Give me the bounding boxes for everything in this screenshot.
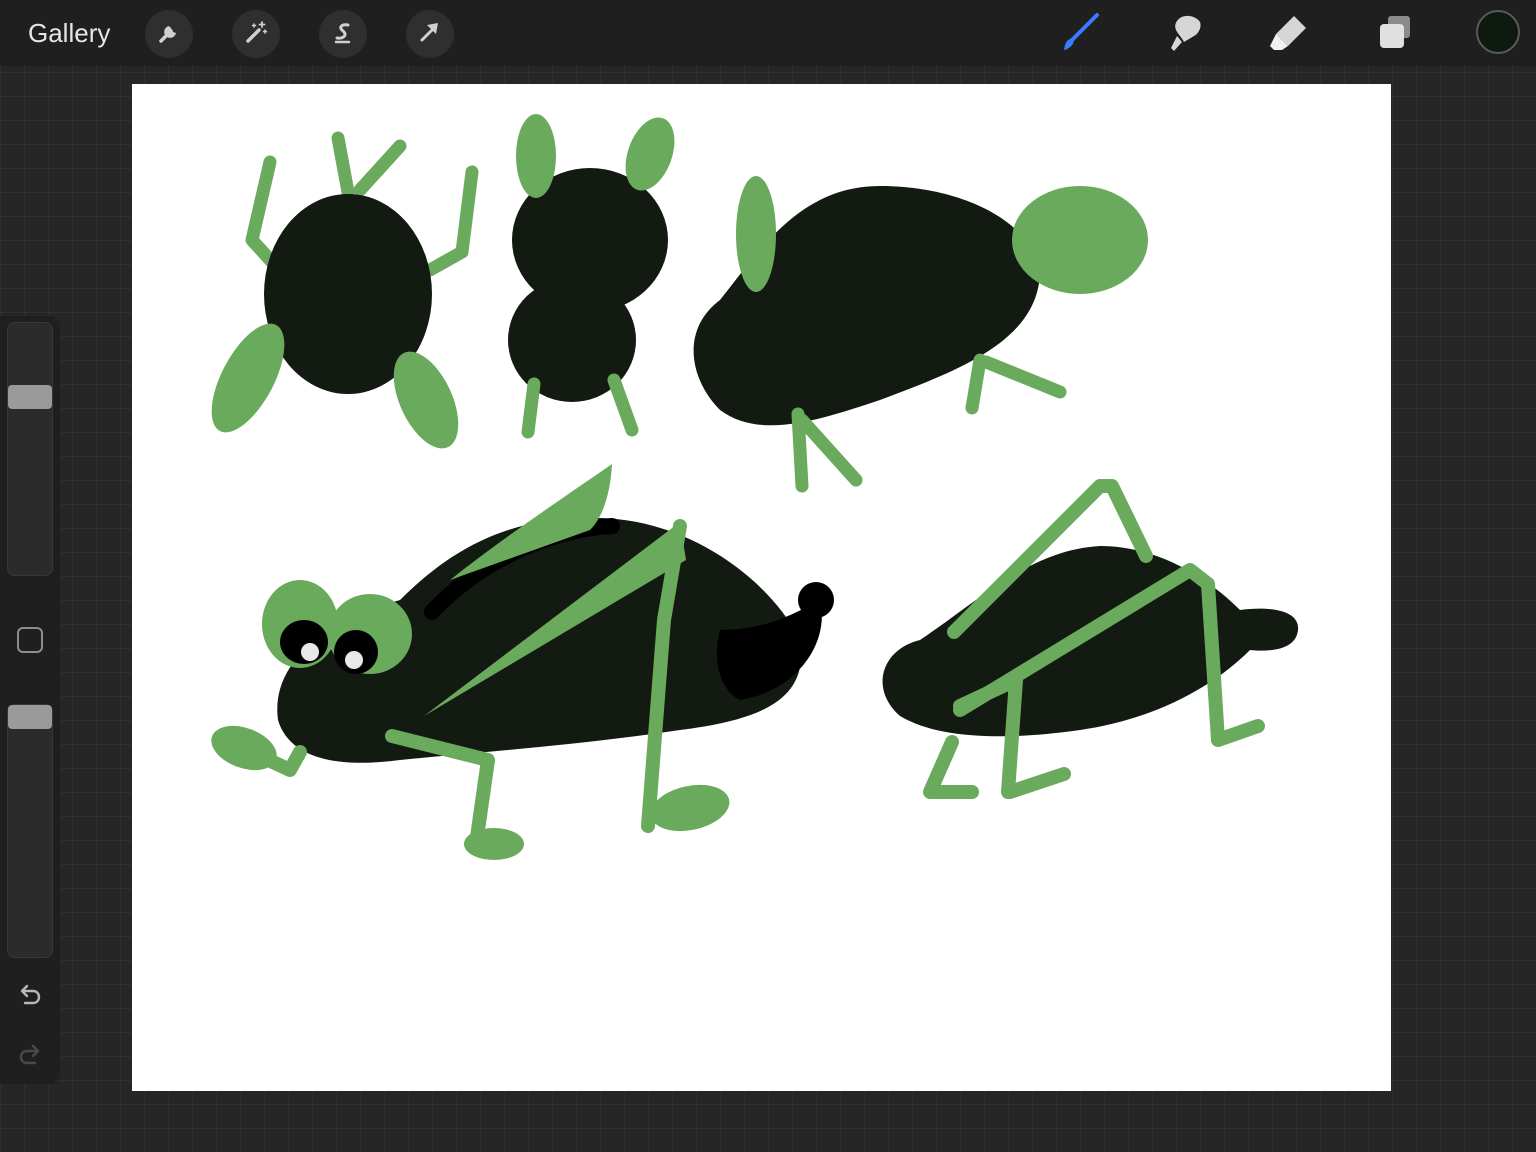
redo-button[interactable] bbox=[15, 1042, 45, 1072]
adjustments-button[interactable] bbox=[232, 10, 280, 58]
wrench-icon bbox=[155, 18, 183, 51]
brush-tool-button[interactable] bbox=[1054, 8, 1106, 60]
transform-button[interactable] bbox=[406, 10, 454, 58]
brush-icon bbox=[1056, 8, 1104, 61]
eraser-tool-button[interactable] bbox=[1264, 8, 1316, 60]
opacity-thumb[interactable] bbox=[8, 705, 52, 729]
bug-side-view-3 bbox=[693, 176, 1148, 493]
undo-icon bbox=[16, 981, 44, 1014]
opacity-slider[interactable] bbox=[7, 704, 53, 958]
brush-size-slider[interactable] bbox=[7, 322, 53, 576]
magic-wand-icon bbox=[242, 18, 270, 51]
smudge-tool-button[interactable] bbox=[1160, 8, 1212, 60]
arrow-cursor-icon bbox=[416, 18, 444, 51]
undo-button[interactable] bbox=[15, 982, 45, 1012]
bug-cricket-5 bbox=[882, 479, 1299, 799]
selection-icon bbox=[329, 18, 357, 51]
top-toolbar: Gallery bbox=[0, 0, 1536, 66]
bug-grasshopper-4 bbox=[211, 464, 834, 860]
gallery-button[interactable]: Gallery bbox=[28, 17, 110, 49]
smudge-icon bbox=[1162, 8, 1210, 61]
artwork bbox=[211, 114, 1299, 860]
bug-top-view-2 bbox=[508, 114, 675, 439]
actions-button[interactable] bbox=[145, 10, 193, 58]
redo-icon bbox=[16, 1041, 44, 1074]
selection-button[interactable] bbox=[319, 10, 367, 58]
bug-top-view-1 bbox=[211, 131, 479, 449]
left-sidebar bbox=[0, 316, 60, 1084]
modify-button[interactable] bbox=[17, 627, 43, 653]
layers-icon bbox=[1371, 8, 1419, 61]
color-picker-button[interactable] bbox=[1476, 10, 1520, 54]
layers-button[interactable] bbox=[1369, 8, 1421, 60]
brush-size-thumb[interactable] bbox=[8, 384, 52, 409]
eraser-icon bbox=[1266, 8, 1314, 61]
drawing-canvas[interactable] bbox=[132, 84, 1391, 1091]
